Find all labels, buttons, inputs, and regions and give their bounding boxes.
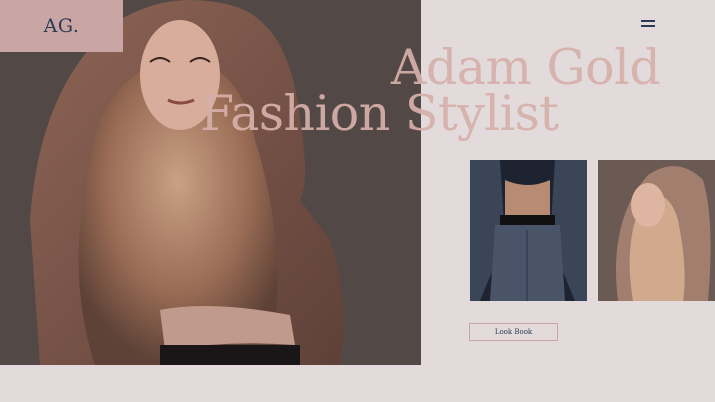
hamburger-menu-icon[interactable] — [640, 18, 658, 30]
menu-line-top — [641, 20, 655, 22]
logo-text: AG. — [43, 15, 80, 37]
headline-role: Fashion Stylist — [200, 85, 559, 142]
look-book-button[interactable]: Look Book — [469, 323, 558, 341]
gallery-image-hood[interactable] — [598, 160, 715, 301]
hero-photo — [0, 0, 421, 365]
logo-box[interactable]: AG. — [0, 0, 123, 52]
menu-line-bottom — [641, 25, 655, 27]
gallery-image-suit[interactable] — [470, 160, 587, 301]
